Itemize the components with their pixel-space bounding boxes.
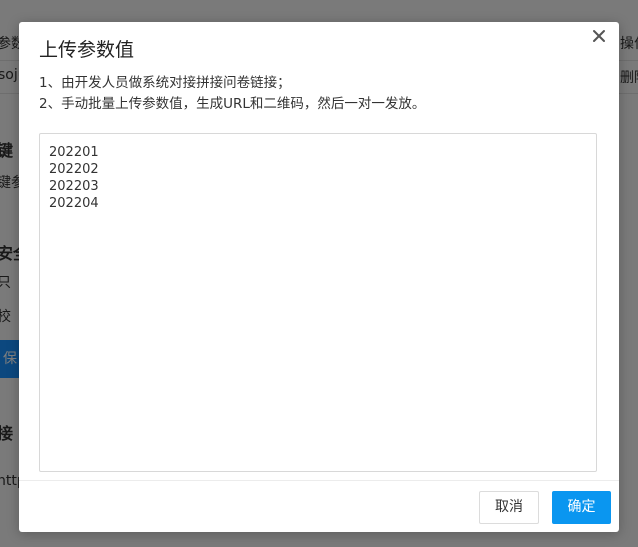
upload-params-dialog: 上传参数值 1、由开发人员做系统对接拼接问卷链接； 2、手动批量上传参数值，生成… [19, 22, 619, 532]
cancel-button[interactable]: 取消 [479, 491, 539, 524]
instructions: 1、由开发人员做系统对接拼接问卷链接； 2、手动批量上传参数值，生成URL和二维… [39, 73, 425, 115]
confirm-button[interactable]: 确定 [552, 491, 611, 524]
instruction-line: 1、由开发人员做系统对接拼接问卷链接； [39, 75, 291, 91]
instruction-line: 2、手动批量上传参数值，生成URL和二维码，然后一对一发放。 [39, 96, 426, 112]
param-values-textarea[interactable] [39, 133, 597, 472]
dialog-title: 上传参数值 [39, 39, 135, 61]
footer-divider [19, 480, 619, 481]
close-icon[interactable] [589, 26, 609, 46]
